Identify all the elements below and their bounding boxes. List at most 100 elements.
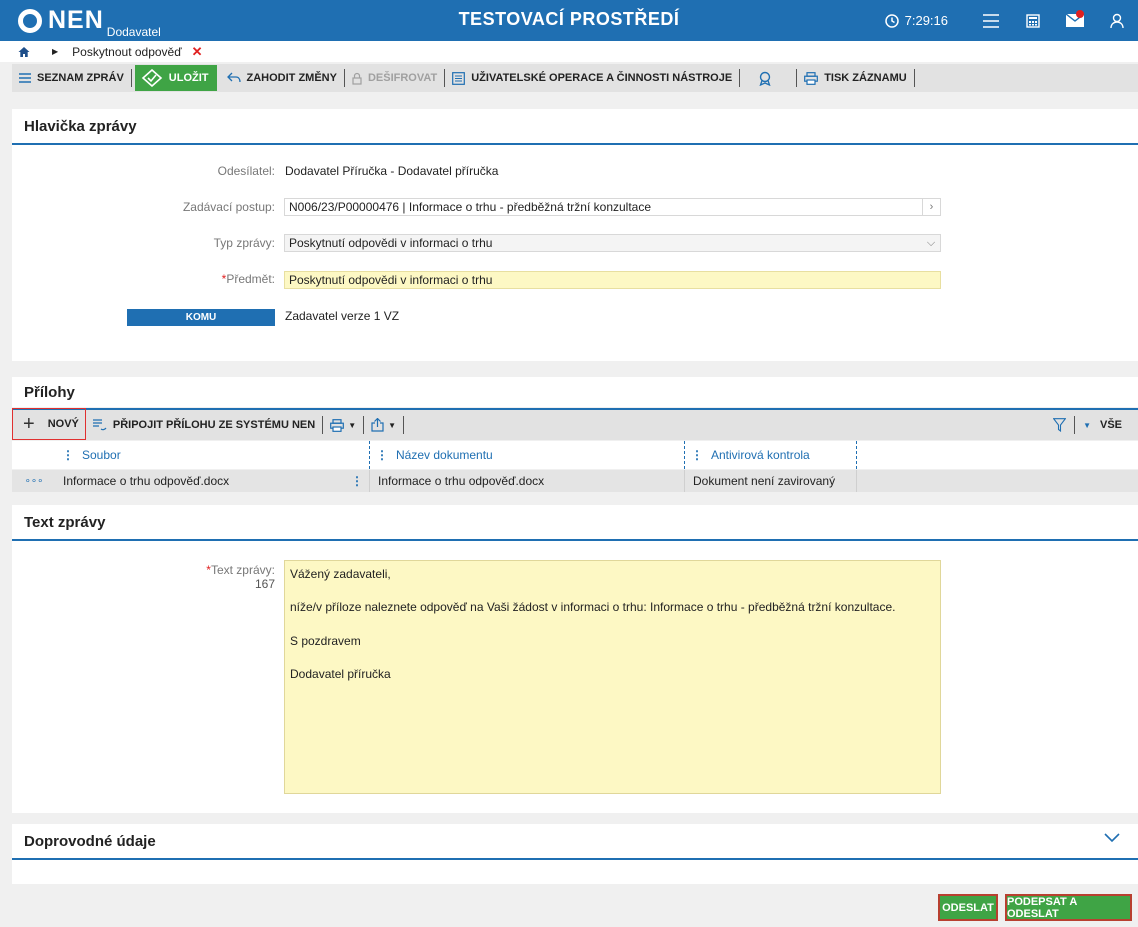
chevron-down-icon[interactable]	[1104, 833, 1120, 843]
undo-icon	[226, 72, 241, 83]
attach-list-icon	[92, 419, 107, 431]
toolbar-divider	[130, 69, 132, 87]
procedure-label: Zadávací postup:	[182, 200, 275, 214]
new-attachment-button[interactable]: + NOVÝ	[12, 408, 86, 440]
chevron-down-icon: ⌵	[926, 236, 936, 249]
table-row[interactable]: ∘∘∘ Informace o trhu odpověď.docx ⋮ Infor…	[12, 470, 1138, 492]
message-type-value: Poskytnutí odpovědi v informaci o trhu	[289, 236, 493, 250]
close-tab-icon[interactable]: ✕	[192, 44, 203, 60]
breadcrumb-arrow-icon: ▶	[52, 47, 59, 56]
printer-icon	[804, 71, 819, 85]
print-record-label: TISK ZÁZNAMU	[824, 72, 907, 84]
row-menu-icon[interactable]: ∘∘∘	[12, 470, 56, 492]
decrypt-button[interactable]: DEŠIFROVAT	[345, 64, 444, 92]
accompanying-data-card: Doprovodné údaje	[12, 824, 1138, 884]
message-textarea[interactable]: Vážený zadavateli, níže/v příloze nalezn…	[284, 560, 941, 794]
user-operations-label: UŽIVATELSKÉ OPERACE A ČINNOSTI NÁSTROJE	[471, 72, 733, 84]
discard-changes-button[interactable]: ZAHODIT ZMĚNY	[220, 64, 344, 92]
chevron-right-icon[interactable]: ›	[922, 199, 940, 215]
breadcrumb-current[interactable]: Poskytnout odpověď	[72, 45, 181, 59]
message-type-select[interactable]: Poskytnutí odpovědi v informaci o trhu ⌵	[284, 234, 941, 252]
save-label: ULOŽIT	[168, 72, 209, 84]
breadcrumb: ▶ Poskytnout odpověď ✕	[0, 41, 1138, 62]
column-file[interactable]: ⋮ Soubor	[56, 441, 370, 469]
subject-input[interactable]: Poskytnutí odpovědi v informaci o trhu	[284, 271, 941, 289]
column-antivirus-label: Antivirová kontrola	[711, 448, 810, 462]
row-file[interactable]: Informace o trhu odpověď.docx ⋮	[56, 470, 370, 492]
column-document-name-label: Název dokumentu	[396, 448, 493, 462]
export-icon	[371, 418, 384, 432]
document-list-icon	[452, 71, 466, 85]
user-operations-button[interactable]: UŽIVATELSKÉ OPERACE A ČINNOSTI NÁSTROJE	[445, 64, 739, 92]
cell-menu-icon[interactable]: ⋮	[351, 474, 363, 488]
unread-indicator	[1076, 10, 1084, 18]
new-attachment-label: NOVÝ	[47, 418, 79, 430]
row-antivirus: Dokument není zavirovaný	[685, 470, 857, 492]
send-button[interactable]: ODESLAT	[938, 894, 998, 921]
sign-and-send-button[interactable]: PODEPSAT A ODESLAT	[1005, 894, 1132, 921]
column-menu-icon[interactable]: ⋮	[376, 448, 388, 462]
lock-icon	[352, 72, 362, 85]
column-menu-icon[interactable]: ⋮	[691, 448, 703, 462]
row-document-name: Informace o trhu odpověď.docx	[370, 470, 685, 492]
sender-value: Dodavatel Příručka - Dodavatel příručka	[285, 164, 499, 178]
accompanying-data-title[interactable]: Doprovodné údaje	[12, 824, 1138, 860]
recipient-button[interactable]: KOMU	[127, 309, 275, 326]
sender-label: Odesílatel:	[217, 164, 275, 178]
message-header-title: Hlavička zprávy	[12, 109, 1138, 145]
user-button[interactable]	[1096, 0, 1138, 41]
top-bar: NEN Dodavatel TESTOVACÍ PROSTŘEDÍ 7:29:1…	[0, 0, 1138, 41]
subject-label-text: Předmět:	[226, 272, 275, 286]
print-attachments-button[interactable]: ▼	[323, 411, 363, 439]
caret-down-icon: ▼	[348, 420, 357, 430]
column-menu-icon[interactable]: ⋮	[62, 448, 74, 462]
subject-label: *Předmět:	[150, 272, 275, 286]
calculator-button[interactable]	[1012, 0, 1054, 41]
procedure-value: N006/23/P00000476 | Informace o trhu - p…	[289, 200, 652, 214]
calculator-icon	[1026, 13, 1040, 28]
award-icon	[759, 71, 771, 86]
discard-label: ZAHODIT ZMĚNY	[246, 72, 337, 84]
attachments-title: Přílohy	[12, 377, 1138, 407]
message-list-button[interactable]: SEZNAM ZPRÁV	[12, 64, 131, 92]
procedure-field[interactable]: N006/23/P00000476 | Informace o trhu - p…	[284, 198, 941, 216]
attach-from-system-button[interactable]: PŘIPOJIT PŘÍLOHU ZE SYSTÉMU NEN	[86, 411, 322, 439]
row-file-value: Informace o trhu odpověď.docx	[63, 474, 230, 488]
list-icon	[19, 73, 31, 83]
column-document-name[interactable]: ⋮ Název dokumentu	[370, 441, 685, 469]
home-icon[interactable]	[18, 46, 30, 58]
caret-down-icon[interactable]: ▼	[1083, 421, 1091, 430]
subject-value: Poskytnutí odpovědi v informaci o trhu	[289, 273, 493, 287]
session-clock: 7:29:16	[884, 13, 948, 28]
caret-down-icon: ▼	[388, 420, 397, 430]
toolbar-divider	[913, 69, 915, 87]
export-button[interactable]: ▼	[364, 411, 403, 439]
message-text-title: Text zprávy	[12, 505, 1138, 541]
message-text-label-text: Text zprávy:	[210, 563, 275, 577]
filter-all-label[interactable]: VŠE	[1100, 419, 1122, 431]
menu-button[interactable]	[970, 0, 1012, 41]
save-diamond-icon	[141, 69, 162, 87]
column-antivirus[interactable]: ⋮ Antivirová kontrola	[685, 441, 857, 469]
user-icon	[1110, 13, 1124, 28]
toolbar-divider	[1074, 416, 1076, 434]
message-line: níže/v příloze naleznete odpověď na Vaši…	[290, 600, 896, 615]
attachments-grid-header: ⋮ Soubor ⋮ Název dokumentu ⋮ Antivirová kon…	[12, 441, 1138, 469]
toolbar-divider	[403, 416, 405, 434]
certificate-button[interactable]	[740, 64, 796, 92]
attachments-toolbar: + NOVÝ PŘIPOJIT PŘÍLOHU ZE SYSTÉMU NEN ▼…	[12, 408, 1138, 440]
message-line: Dodavatel příručka	[290, 667, 391, 682]
attach-from-system-label: PŘIPOJIT PŘÍLOHU ZE SYSTÉMU NEN	[112, 419, 316, 431]
message-line: Vážený zadavateli,	[290, 567, 391, 581]
print-record-button[interactable]: TISK ZÁZNAMU	[797, 64, 914, 92]
filter-icon[interactable]	[1053, 418, 1067, 432]
clock-time: 7:29:16	[904, 13, 948, 28]
column-file-label: Soubor	[82, 448, 121, 462]
recipient-value: Zadavatel verze 1 VZ	[285, 309, 400, 323]
messages-button[interactable]	[1054, 0, 1096, 41]
main-toolbar: SEZNAM ZPRÁV ULOŽIT ZAHODIT ZMĚNY DEŠIFR…	[12, 64, 1138, 92]
message-type-label: Typ zprávy:	[213, 236, 275, 250]
save-button[interactable]: ULOŽIT	[134, 65, 217, 91]
message-line: S pozdravem	[290, 633, 361, 648]
plus-icon: +	[23, 413, 35, 435]
